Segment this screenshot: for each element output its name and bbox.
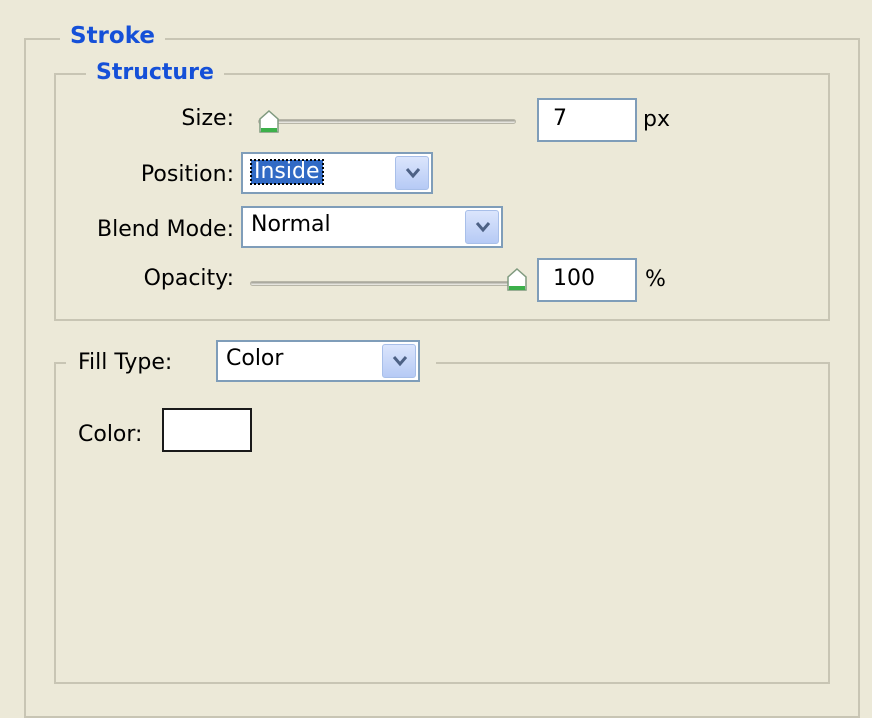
chevron-down-icon xyxy=(405,168,421,179)
size-input[interactable]: 7 xyxy=(537,98,637,142)
opacity-label: Opacity: xyxy=(143,266,234,291)
position-label: Position: xyxy=(140,162,234,187)
fill-type-dropdown-button[interactable] xyxy=(382,344,416,378)
fill-type-value: Color xyxy=(226,346,284,371)
chevron-down-icon xyxy=(475,222,491,233)
size-slider-track[interactable] xyxy=(258,119,516,124)
opacity-unit: % xyxy=(645,267,666,292)
blend-mode-value: Normal xyxy=(251,212,331,237)
position-dropdown-button[interactable] xyxy=(395,156,429,190)
size-slider-thumb[interactable] xyxy=(258,109,280,134)
position-value: Inside xyxy=(250,159,324,185)
opacity-slider-thumb[interactable] xyxy=(506,267,528,292)
size-unit: px xyxy=(643,107,670,132)
stroke-group-title: Stroke xyxy=(60,25,165,48)
color-label: Color: xyxy=(78,422,143,447)
structure-group-title: Structure xyxy=(86,62,224,84)
size-label: Size: xyxy=(181,106,234,131)
blend-mode-dropdown-button[interactable] xyxy=(465,210,499,244)
blend-mode-label: Blend Mode: xyxy=(97,217,234,242)
position-select[interactable]: Inside xyxy=(241,152,433,194)
opacity-input[interactable]: 100 xyxy=(537,258,637,302)
opacity-slider-track[interactable] xyxy=(250,281,520,286)
chevron-down-icon xyxy=(392,356,408,367)
color-swatch[interactable] xyxy=(162,408,252,452)
fill-type-select[interactable]: Color xyxy=(216,340,420,382)
fill-type-label: Fill Type: xyxy=(78,350,173,375)
blend-mode-select[interactable]: Normal xyxy=(241,206,503,248)
